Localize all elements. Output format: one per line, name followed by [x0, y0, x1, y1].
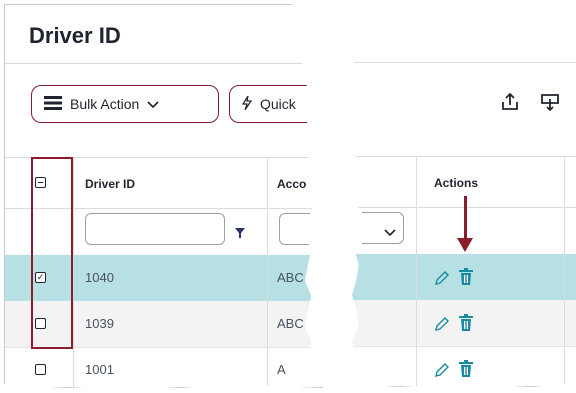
- trash-icon[interactable]: [458, 314, 474, 336]
- checkbox-column-highlight: [31, 157, 73, 349]
- column-header-driver-id[interactable]: Driver ID: [85, 177, 135, 191]
- bulk-action-button[interactable]: Bulk Action: [31, 85, 219, 123]
- table-row[interactable]: 1001 A: [5, 347, 323, 387]
- column-divider: [416, 156, 417, 386]
- row-actions: [434, 268, 474, 291]
- header-divider: [5, 63, 323, 64]
- column-header-actions: Actions: [434, 176, 479, 190]
- annotation-arrow: [464, 196, 467, 244]
- page-title: Driver ID: [29, 23, 121, 48]
- driver-id-cell: 1040: [85, 270, 114, 285]
- driver-id-cell: 1039: [85, 316, 114, 331]
- account-filter-select[interactable]: [362, 212, 404, 244]
- driver-id-filter-input[interactable]: [85, 213, 225, 245]
- import-icon[interactable]: [540, 92, 560, 117]
- column-divider: [73, 157, 74, 387]
- export-icon[interactable]: [500, 92, 520, 117]
- column-header-account[interactable]: Acco: [277, 177, 306, 191]
- annotation-arrow-head: [457, 238, 473, 252]
- pencil-icon[interactable]: [434, 271, 454, 290]
- row-checkbox[interactable]: [35, 364, 46, 375]
- pencil-icon[interactable]: [434, 317, 454, 336]
- table-row[interactable]: [352, 254, 576, 301]
- left-panel: Driver ID Bulk Action Quick Driver ID Ac…: [4, 4, 324, 388]
- chevron-down-icon: [147, 96, 159, 112]
- row-actions: [434, 360, 474, 383]
- account-cell: A: [277, 362, 286, 377]
- filter-icon[interactable]: [235, 225, 245, 243]
- list-icon: [44, 95, 62, 113]
- row-actions: [434, 314, 474, 337]
- pencil-icon[interactable]: [434, 363, 454, 382]
- quick-button[interactable]: Quick: [229, 85, 323, 123]
- table-row[interactable]: [352, 300, 576, 347]
- trash-icon[interactable]: [458, 360, 474, 382]
- table-row[interactable]: [352, 346, 576, 386]
- header-divider: [352, 62, 576, 63]
- account-cell: ABC: [277, 316, 304, 331]
- chevron-down-icon: [384, 224, 396, 242]
- bulk-action-label: Bulk Action: [70, 96, 140, 112]
- column-divider: [564, 156, 565, 386]
- lightning-icon: [241, 95, 253, 113]
- column-divider: [267, 157, 268, 387]
- trash-icon[interactable]: [458, 268, 474, 290]
- driver-id-cell: 1001: [85, 362, 114, 377]
- account-filter-input[interactable]: [279, 213, 323, 245]
- account-cell: ABC: [277, 270, 304, 285]
- quick-label: Quick: [260, 96, 296, 112]
